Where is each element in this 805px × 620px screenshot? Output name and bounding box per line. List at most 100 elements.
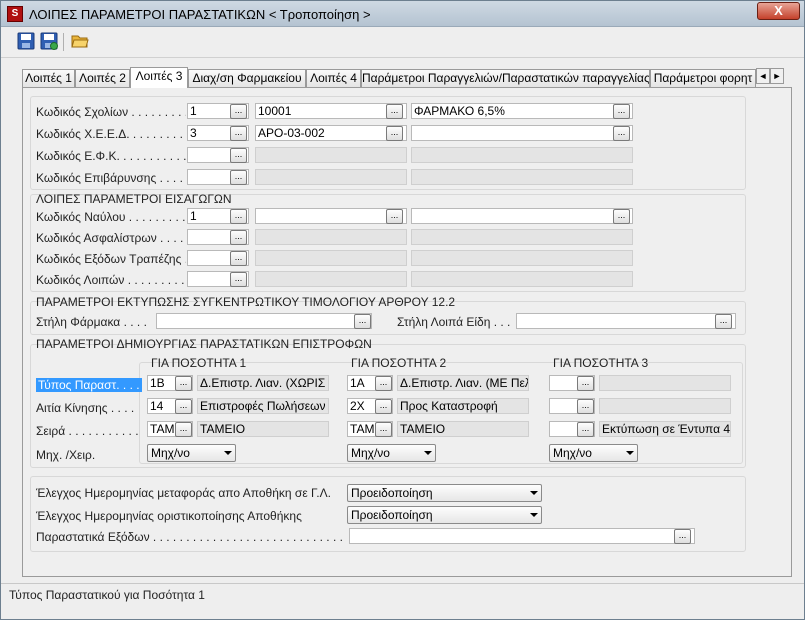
returns-q3-browse-button[interactable]: ...: [577, 376, 594, 391]
imports-code-browse-button[interactable]: ...: [230, 272, 247, 287]
imports-code2-field[interactable]: [255, 208, 407, 224]
returns-q1-mode-select[interactable]: Μηχ/νο: [147, 444, 236, 462]
save-close-icon: [40, 32, 58, 50]
folder-open-icon: [71, 35, 89, 48]
codes-desc-field[interactable]: [411, 125, 633, 141]
returns-q2-mode-select[interactable]: Μηχ/νο: [347, 444, 436, 462]
status-bar: Τύπος Παραστατικού για Ποσότητα 1: [1, 583, 804, 619]
transfer-check-select[interactable]: Προειδοποίηση: [347, 484, 542, 502]
toolbar: [1, 28, 804, 58]
pharma-column-browse-button[interactable]: ...: [354, 314, 371, 329]
imports-header: ΛΟΙΠΕΣ ΠΑΡΑΜΕΤΡΟΙ ΕΙΣΑΓΩΓΩΝ: [36, 192, 232, 206]
tab-loipes-2[interactable]: Λοιπές 2: [75, 69, 130, 87]
tab-orders[interactable]: Παράμετροι Παραγγελιών/Παραστατικών παρα…: [361, 69, 650, 87]
chevron-down-icon: [424, 451, 432, 455]
print-header: ΠΑΡΑΜΕΤΡΟΙ ΕΚΤΥΠΩΣΗΣ ΣΥΓΚΕΝΤΡΩΤΙΚΟΥ ΤΙΜΟ…: [36, 295, 456, 309]
returns-header: ΠΑΡΑΜΕΤΡΟΙ ΔΗΜΙΟΥΡΓΙΑΣ ΠΑΡΑΣΤΑΤΙΚΩΝ ΕΠΙΣ…: [36, 337, 372, 351]
returns-q1-browse-button[interactable]: ...: [175, 399, 192, 414]
mode-value: Μηχ/νο: [151, 446, 190, 460]
transfer-check-value: Προειδοποίηση: [351, 486, 433, 500]
imports-code2-field[interactable]: [255, 271, 407, 287]
imports-desc-field[interactable]: [411, 208, 633, 224]
pharma-column-label: Στήλη Φάρμακα . . . .: [36, 315, 147, 329]
returns-row-label: Μηχ. /Χειρ.: [36, 448, 96, 462]
codes-desc-browse-button[interactable]: ...: [613, 104, 630, 119]
tab-scroll-right-icon[interactable]: ►: [770, 68, 784, 84]
status-text: Τύπος Παραστατικού για Ποσότητα 1: [9, 588, 205, 602]
other-column-field[interactable]: [516, 313, 736, 329]
tab-portable[interactable]: Παράμετροι φορητ: [650, 69, 756, 87]
final-check-select[interactable]: Προειδοποίηση: [347, 506, 542, 524]
tab-strip: Λοιπές 1 Λοιπές 2 Λοιπές 3 Διαχ/ση Φαρμα…: [22, 67, 792, 88]
returns-q3-desc-field: [599, 398, 731, 414]
save-button[interactable]: [17, 32, 37, 52]
returns-row-label: Τύπος Παραστ. . . .: [36, 378, 142, 392]
codes-code2-browse-button[interactable]: ...: [386, 126, 403, 141]
codes-code-browse-button[interactable]: ...: [230, 148, 247, 163]
title-bar: S ΛΟΙΠΕΣ ΠΑΡΑΜΕΤΡΟΙ ΠΑΡΑΣΤΑΤΙΚΩΝ < Τροπο…: [1, 1, 804, 27]
expense-docs-browse-button[interactable]: ...: [674, 529, 691, 544]
returns-q2-desc-field: Δ.Επιστρ. Λιαν. (ΜΕ Πελά: [397, 375, 529, 391]
mode-value: Μηχ/νο: [351, 446, 390, 460]
codes-code-browse-button[interactable]: ...: [230, 170, 247, 185]
tab-loipes-1[interactable]: Λοιπές 1: [22, 69, 75, 87]
codes-code2-field[interactable]: [255, 147, 407, 163]
codes-code2-field[interactable]: [255, 169, 407, 185]
save-close-button[interactable]: [40, 32, 60, 52]
imports-code-browse-button[interactable]: ...: [230, 209, 247, 224]
returns-q3-browse-button[interactable]: ...: [577, 422, 594, 437]
codes-code2-field[interactable]: ΑΡΟ-03-002: [255, 125, 407, 141]
returns-q2-browse-button[interactable]: ...: [375, 399, 392, 414]
returns-q2-browse-button[interactable]: ...: [375, 422, 392, 437]
imports-desc-browse-button[interactable]: ...: [613, 209, 630, 224]
codes-row-label: Κωδικός Σχολίων . . . . . . . . .: [36, 105, 186, 119]
tab-loipes-4[interactable]: Λοιπές 4: [306, 69, 361, 87]
codes-desc-field: [411, 169, 633, 185]
returns-q2-desc-field: ΤΑΜΕΙΟ: [397, 421, 529, 437]
tab-loipes-3[interactable]: Λοιπές 3: [130, 67, 188, 88]
codes-desc-browse-button[interactable]: ...: [613, 126, 630, 141]
imports-row-label: Κωδικός Ασφαλίστρων . . . . .: [36, 231, 186, 245]
returns-q1-desc-field: ΤΑΜΕΙΟ: [197, 421, 329, 437]
tab-panel: ΛΟΙΠΕΣ ΠΑΡΑΜΕΤΡΟΙ ΕΙΣΑΓΩΓΩΝ ΠΑΡΑΜΕΤΡΟΙ Ε…: [22, 87, 792, 577]
imports-code2-field[interactable]: [255, 250, 407, 266]
pharma-column-field[interactable]: [156, 313, 372, 329]
codes-code-browse-button[interactable]: ...: [230, 104, 247, 119]
chevron-down-icon: [224, 451, 232, 455]
returns-q3-mode-select[interactable]: Μηχ/νο: [549, 444, 638, 462]
imports-code2-browse-button[interactable]: ...: [386, 209, 403, 224]
codes-row-label: Κωδικός Επιβάρυνσης . . . . .: [36, 171, 186, 185]
returns-q1-browse-button[interactable]: ...: [175, 422, 192, 437]
other-column-browse-button[interactable]: ...: [715, 314, 732, 329]
codes-code2-field[interactable]: 10001: [255, 103, 407, 119]
returns-q1-desc-field: Δ.Επιστρ. Λιαν. (ΧΩΡΙΣ Π: [197, 375, 329, 391]
imports-code-browse-button[interactable]: ...: [230, 230, 247, 245]
expense-docs-field[interactable]: [349, 528, 695, 544]
returns-column-title: ΓΙΑ ΠΟΣΟΤΗΤΑ 3: [553, 356, 649, 370]
codes-code-browse-button[interactable]: ...: [230, 126, 247, 141]
returns-q1-browse-button[interactable]: ...: [175, 376, 192, 391]
returns-q3-desc-field: Εκτύπωση σε Έντυπα 4,5: [599, 421, 731, 437]
codes-code2-browse-button[interactable]: ...: [386, 104, 403, 119]
app-logo-icon: S: [7, 6, 23, 22]
final-check-value: Προειδοποίηση: [351, 508, 433, 522]
main-window: S ΛΟΙΠΕΣ ΠΑΡΑΜΕΤΡΟΙ ΠΑΡΑΣΤΑΤΙΚΩΝ < Τροπο…: [0, 0, 805, 620]
returns-column-title: ΓΙΑ ΠΟΣΟΤΗΤΑ 2: [351, 356, 447, 370]
imports-code2-field[interactable]: [255, 229, 407, 245]
returns-q1-desc-field: Επιστροφές Πωλήσεων: [197, 398, 329, 414]
returns-row-label: Σειρά . . . . . . . . . . .: [36, 424, 139, 438]
imports-row-label: Κωδικός Ναύλου . . . . . . . . . .: [36, 210, 186, 224]
returns-q3-browse-button[interactable]: ...: [577, 399, 594, 414]
close-button[interactable]: X: [757, 2, 800, 20]
returns-q2-browse-button[interactable]: ...: [375, 376, 392, 391]
expense-docs-label: Παραστατικά Εξόδων . . . . . . . . . . .…: [36, 530, 346, 544]
tab-scroll-left-icon[interactable]: ◄: [756, 68, 770, 84]
imports-desc-field: [411, 250, 633, 266]
codes-desc-field[interactable]: ΦΑΡΜΑΚΟ 6,5%: [411, 103, 633, 119]
open-button[interactable]: [71, 32, 91, 52]
window-title: ΛΟΙΠΕΣ ΠΑΡΑΜΕΤΡΟΙ ΠΑΡΑΣΤΑΤΙΚΩΝ < Τροποπο…: [29, 7, 371, 22]
tab-pharmacy[interactable]: Διαχ/ση Φαρμακείου: [188, 69, 306, 87]
mode-value: Μηχ/νο: [553, 446, 592, 460]
imports-code-browse-button[interactable]: ...: [230, 251, 247, 266]
chevron-down-icon: [530, 491, 538, 495]
